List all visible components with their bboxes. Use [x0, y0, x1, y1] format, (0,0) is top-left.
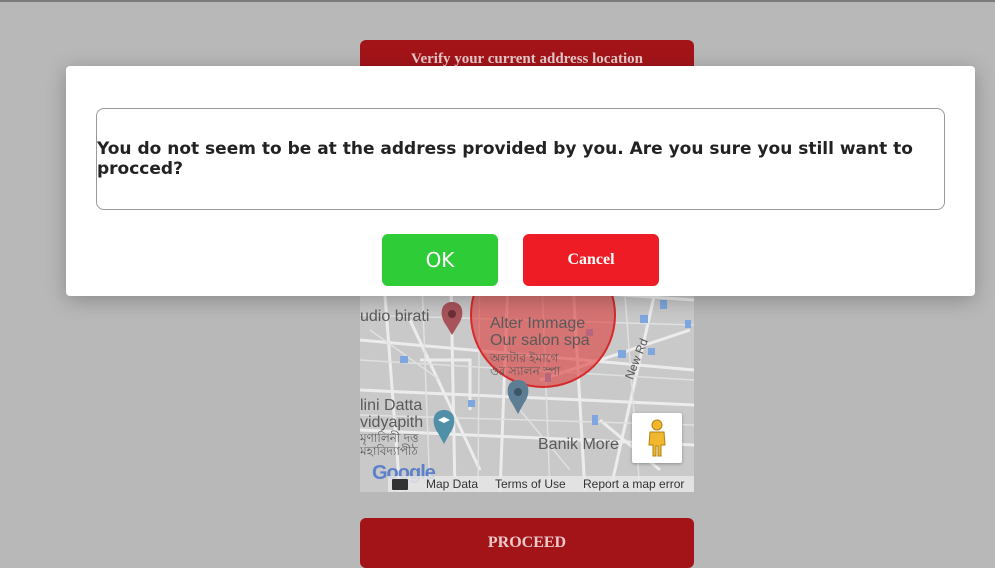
keyboard-icon[interactable] [392, 479, 408, 490]
map-footer: Map Data Terms of Use Report a map error [388, 476, 694, 492]
map-label: lini Datta [360, 397, 423, 414]
map-label: Our salon spa [490, 332, 590, 349]
map-label: Alter Immage [490, 315, 586, 332]
location-pin-icon [507, 380, 529, 414]
map-label: মহাবিদ্যাপীঠ [360, 444, 418, 458]
terms-of-use-link[interactable]: Terms of Use [495, 476, 566, 492]
top-border [0, 0, 995, 2]
report-map-error-link[interactable]: Report a map error [583, 476, 684, 492]
street-view-button[interactable] [632, 413, 682, 463]
map-label: udio birati [360, 308, 430, 325]
map-label: ওর স্যালন স্পা [490, 364, 561, 378]
confirm-dialog: You do not seem to be at the address pro… [66, 66, 975, 296]
school-icon [433, 410, 455, 444]
proceed-button[interactable]: PROCEED [360, 518, 694, 568]
pegman-icon [648, 419, 666, 457]
cancel-button[interactable]: Cancel [523, 234, 659, 286]
map-label: Banik More [538, 436, 619, 453]
ok-button[interactable]: OK [382, 234, 498, 286]
map-data-link[interactable]: Map Data [426, 476, 478, 492]
dialog-message: You do not seem to be at the address pro… [96, 108, 945, 210]
location-pin-icon [441, 302, 463, 335]
